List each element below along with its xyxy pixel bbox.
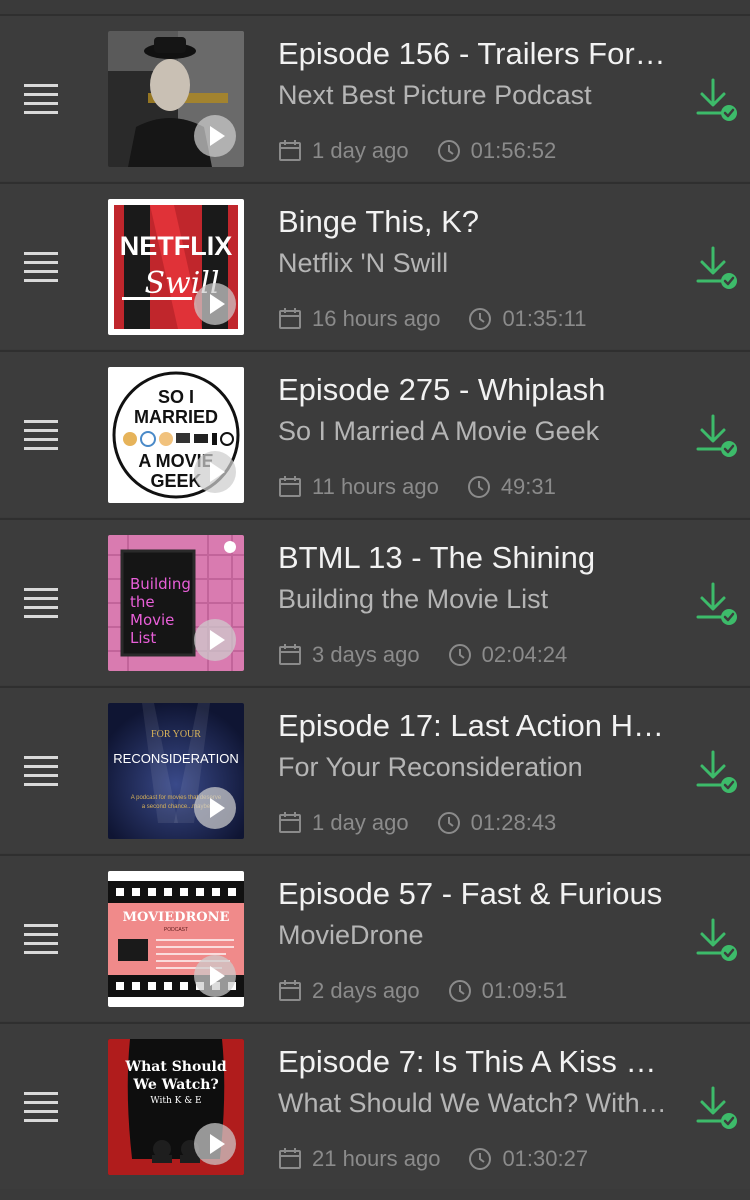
calendar-icon xyxy=(278,1147,302,1171)
play-icon[interactable] xyxy=(194,1123,236,1165)
episode-meta: 2 days ago 01:09:51 xyxy=(278,975,567,1007)
art-line-1: SO I xyxy=(158,387,194,407)
calendar-icon xyxy=(278,307,302,331)
art-line-2: the xyxy=(130,593,155,611)
episode-age: 2 days ago xyxy=(312,978,420,1003)
clock-icon xyxy=(437,139,461,163)
art-line-2: We Watch? xyxy=(132,1077,218,1093)
episode-row[interactable]: FOR YOUR RECONSIDERATION A podcast for m… xyxy=(0,686,750,853)
episode-row[interactable]: NETFLIX Swill Binge This, K? Netflix 'N … xyxy=(0,182,750,349)
play-icon[interactable] xyxy=(194,115,236,157)
downloaded-icon[interactable] xyxy=(694,414,738,460)
drag-handle-icon[interactable] xyxy=(24,588,60,618)
episode-artwork[interactable]: SO I MARRIED A MOVIE GEEK xyxy=(108,367,244,503)
episode-age: 1 day ago xyxy=(312,138,409,163)
play-icon[interactable] xyxy=(194,955,236,997)
art-title: MOVIEDRONE xyxy=(123,910,230,925)
episode-age: 3 days ago xyxy=(312,642,420,667)
episode-row[interactable]: Building the Movie List BTML 13 - The Sh… xyxy=(0,518,750,685)
downloaded-icon[interactable] xyxy=(694,750,738,796)
clock-icon xyxy=(448,643,472,667)
episode-title[interactable]: Episode 57 - Fast & Furious xyxy=(278,875,673,913)
drag-handle-icon[interactable] xyxy=(24,84,60,114)
episode-meta: 3 days ago 02:04:24 xyxy=(278,639,567,671)
art-line-2: MARRIED xyxy=(134,407,218,427)
episode-list: Episode 156 - Trailers For the Academy A… xyxy=(0,0,750,1200)
episode-row[interactable]: SO I MARRIED A MOVIE GEEK Episode 275 - … xyxy=(0,350,750,517)
episode-meta: 21 hours ago 01:30:27 xyxy=(278,1143,588,1175)
episode-artwork[interactable]: Building the Movie List xyxy=(108,535,244,671)
podcast-name: Next Best Picture Podcast xyxy=(278,80,592,110)
episode-artwork[interactable]: FOR YOUR RECONSIDERATION A podcast for m… xyxy=(108,703,244,839)
episode-row[interactable]: Episode 156 - Trailers For the Academy A… xyxy=(0,14,750,181)
episode-age: 21 hours ago xyxy=(312,1146,441,1171)
play-icon[interactable] xyxy=(194,451,236,493)
episode-title[interactable]: Episode 275 - Whiplash xyxy=(278,371,673,409)
episode-meta: 1 day ago 01:28:43 xyxy=(278,807,556,839)
clock-icon xyxy=(467,475,491,499)
episode-duration: 01:35:11 xyxy=(502,306,587,331)
calendar-icon xyxy=(278,643,302,667)
clock-icon xyxy=(437,811,461,835)
art-line-4: List xyxy=(130,629,156,647)
episode-artwork[interactable]: NETFLIX Swill xyxy=(108,199,244,335)
art-line-1: FOR YOUR xyxy=(151,729,201,740)
episode-duration: 01:28:43 xyxy=(470,810,557,835)
episode-title[interactable]: Binge This, K? xyxy=(278,203,673,241)
podcast-name: What Should We Watch? With K & E xyxy=(278,1088,673,1118)
downloaded-icon[interactable] xyxy=(694,246,738,292)
episode-age: 1 day ago xyxy=(312,810,409,835)
podcast-name: Netflix 'N Swill xyxy=(278,248,449,278)
episode-age: 11 hours ago xyxy=(312,474,439,499)
calendar-icon xyxy=(278,475,302,499)
drag-handle-icon[interactable] xyxy=(24,252,60,282)
downloaded-icon[interactable] xyxy=(694,918,738,964)
clock-icon xyxy=(448,979,472,1003)
calendar-icon xyxy=(278,139,302,163)
episode-duration: 02:04:24 xyxy=(481,642,568,667)
art-line-1: What Should xyxy=(124,1059,226,1075)
drag-handle-icon[interactable] xyxy=(24,420,60,450)
drag-handle-icon[interactable] xyxy=(24,756,60,786)
art-line-3: With K & E xyxy=(150,1096,201,1106)
episode-age: 16 hours ago xyxy=(312,306,441,331)
clock-icon xyxy=(468,307,492,331)
art-subtitle: PODCAST xyxy=(164,927,188,933)
drag-handle-icon[interactable] xyxy=(24,1092,60,1122)
calendar-icon xyxy=(278,811,302,835)
podcast-name: Building the Movie List xyxy=(278,584,549,614)
episode-artwork[interactable]: What Should We Watch? With K & E xyxy=(108,1039,244,1175)
episode-row[interactable]: What Should We Watch? With K & E Episode… xyxy=(0,1022,750,1189)
downloaded-icon[interactable] xyxy=(694,78,738,124)
episode-artwork[interactable]: MOVIEDRONE PODCAST xyxy=(108,871,244,1007)
play-icon[interactable] xyxy=(194,619,236,661)
clock-icon xyxy=(468,1147,492,1171)
episode-duration: 01:56:52 xyxy=(470,138,557,163)
play-icon[interactable] xyxy=(194,283,236,325)
episode-duration: 01:09:51 xyxy=(481,978,568,1003)
episode-duration: 01:30:27 xyxy=(502,1146,589,1171)
episode-meta: 11 hours ago 49:31 xyxy=(278,471,556,503)
episode-artwork[interactable] xyxy=(108,31,244,167)
podcast-name: MovieDrone xyxy=(278,920,424,950)
episode-duration: 49:31 xyxy=(500,474,556,499)
episode-meta: 1 day ago 01:56:52 xyxy=(278,135,556,167)
episode-meta: 16 hours ago 01:35:11 xyxy=(278,303,586,335)
art-line-2: RECONSIDERATION xyxy=(113,751,238,766)
podcast-name: So I Married A Movie Geek xyxy=(278,416,600,446)
drag-handle-icon[interactable] xyxy=(24,924,60,954)
episode-row[interactable]: MOVIEDRONE PODCAST Episode 57 - Fast & F… xyxy=(0,854,750,1021)
episode-title[interactable]: Episode 156 - Trailers For the Academy A… xyxy=(278,35,673,73)
art-title: NETFLIX xyxy=(120,231,233,261)
downloaded-icon[interactable] xyxy=(694,582,738,628)
episode-title[interactable]: Episode 17: Last Action Hero xyxy=(278,707,673,745)
play-icon[interactable] xyxy=(194,787,236,829)
downloaded-icon[interactable] xyxy=(694,1086,738,1132)
episode-title[interactable]: Episode 7: Is This A Kiss Kiss Bang Bang… xyxy=(278,1043,673,1081)
art-line-3: Movie xyxy=(130,611,174,629)
episode-title[interactable]: BTML 13 - The Shining xyxy=(278,539,673,577)
calendar-icon xyxy=(278,979,302,1003)
art-line-1: Building xyxy=(130,575,191,593)
podcast-name: For Your Reconsideration xyxy=(278,752,583,782)
